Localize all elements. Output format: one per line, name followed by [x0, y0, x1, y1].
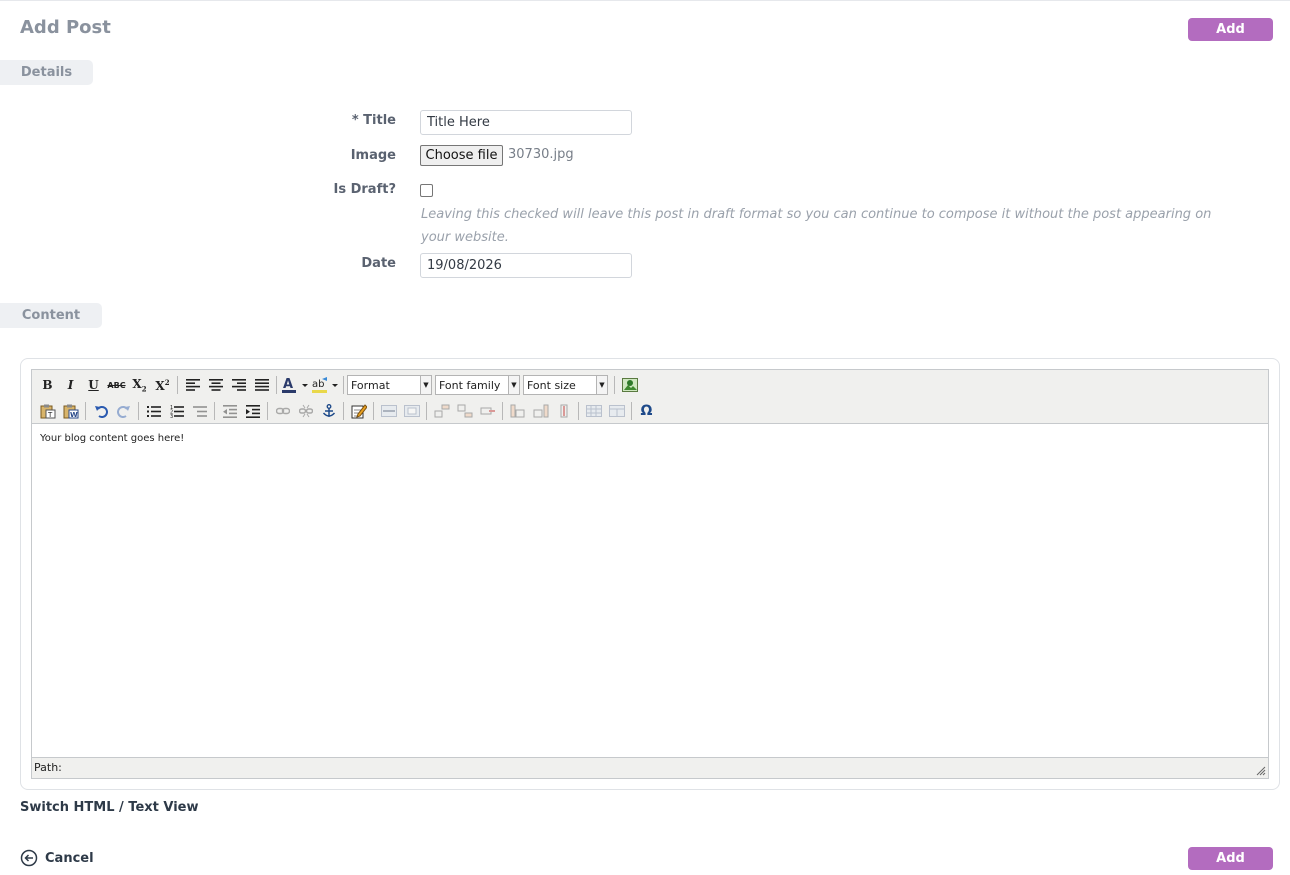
font-family-select[interactable]: Font family ▼	[435, 375, 520, 395]
toolbar-separator	[343, 376, 344, 394]
file-name: 30730.jpg	[508, 147, 574, 162]
cancel-label: Cancel	[45, 850, 94, 866]
paste-word-icon[interactable]: W	[59, 401, 82, 421]
is-draft-help-text: Leaving this checked will leave this pos…	[421, 207, 1212, 245]
subscript-icon[interactable]: X2	[128, 375, 151, 395]
svg-text:3: 3	[170, 414, 173, 418]
delete-col-icon[interactable]	[552, 401, 575, 421]
image-label: Image	[350, 148, 396, 163]
text-color-icon[interactable]: A	[280, 375, 310, 395]
merge-cells-icon[interactable]	[605, 401, 628, 421]
strikethrough-icon[interactable]: ABC	[105, 375, 128, 395]
toolbar-separator	[177, 376, 178, 394]
link-icon[interactable]	[271, 401, 294, 421]
toolbar-separator	[138, 402, 139, 420]
italic-icon[interactable]: I	[59, 375, 82, 395]
toolbar-separator	[426, 402, 427, 420]
toolbar-separator	[85, 402, 86, 420]
toolbar-separator	[267, 402, 268, 420]
is-draft-checkbox[interactable]	[420, 184, 433, 197]
delete-row-icon[interactable]	[476, 401, 499, 421]
svg-text:ab: ab	[312, 379, 324, 390]
align-left-icon[interactable]	[181, 375, 204, 395]
outdent-icon[interactable]	[218, 401, 241, 421]
path-label: Path:	[34, 761, 62, 774]
underline-icon[interactable]: U	[82, 375, 105, 395]
special-character-icon[interactable]: Ω	[635, 401, 658, 421]
superscript-icon[interactable]: X2	[151, 375, 174, 395]
choose-file-button[interactable]: Choose file	[420, 145, 503, 166]
resize-handle-icon[interactable]	[1256, 766, 1266, 776]
title-label: * Title	[351, 113, 396, 128]
insert-col-after-icon[interactable]	[529, 401, 552, 421]
format-select[interactable]: Format ▼	[347, 375, 432, 395]
insert-image-icon[interactable]	[618, 375, 641, 395]
unlink-icon[interactable]	[294, 401, 317, 421]
top-divider	[0, 0, 1290, 1]
highlight-color-icon[interactable]: ab	[310, 375, 340, 395]
insert-row-before-icon[interactable]	[430, 401, 453, 421]
toolbar-separator	[276, 376, 277, 394]
definition-list-icon[interactable]	[188, 401, 211, 421]
numbered-list-icon[interactable]: 123	[165, 401, 188, 421]
align-right-icon[interactable]	[227, 375, 250, 395]
redo-icon[interactable]	[112, 401, 135, 421]
rich-text-editor: B I U ABC X2 X2 A ab Format ▼ Font famil…	[31, 369, 1269, 779]
cleanup-code-icon[interactable]	[347, 401, 370, 421]
title-input[interactable]	[420, 110, 632, 135]
svg-text:A: A	[283, 377, 293, 392]
split-cells-icon[interactable]	[582, 401, 605, 421]
editor-statusbar: Path:	[32, 757, 1268, 778]
paste-text-icon[interactable]: T	[36, 401, 59, 421]
toolbar-separator	[343, 402, 344, 420]
cancel-link[interactable]: Cancel	[20, 849, 94, 867]
section-tab-content: Content	[0, 303, 102, 328]
format-select-label: Format	[351, 378, 390, 392]
align-center-icon[interactable]	[204, 375, 227, 395]
toolbar-separator	[373, 402, 374, 420]
back-arrow-icon	[20, 849, 38, 867]
page-title: Add Post	[20, 17, 111, 38]
is-draft-label: Is Draft?	[333, 182, 397, 197]
insert-col-before-icon[interactable]	[506, 401, 529, 421]
chevron-down-icon: ▼	[508, 376, 519, 394]
svg-text:T: T	[47, 411, 53, 419]
horizontal-rule-icon[interactable]	[377, 401, 400, 421]
toolbar-separator	[502, 402, 503, 420]
font-size-select-label: Font size	[527, 378, 576, 392]
chevron-down-icon: ▼	[420, 376, 431, 394]
editor-toolbar: B I U ABC X2 X2 A ab Format ▼ Font famil…	[32, 370, 1268, 424]
bold-icon[interactable]: B	[36, 375, 59, 395]
toolbar-separator	[214, 402, 215, 420]
toolbar-separator	[631, 402, 632, 420]
date-input[interactable]	[420, 253, 632, 278]
font-family-select-label: Font family	[439, 378, 501, 392]
anchor-icon[interactable]	[317, 401, 340, 421]
editor-content-area[interactable]: Your blog content goes here!	[32, 424, 1268, 757]
add-button-bottom[interactable]: Add	[1188, 847, 1273, 870]
remove-format-icon[interactable]	[400, 401, 423, 421]
insert-row-after-icon[interactable]	[453, 401, 476, 421]
date-label: Date	[361, 256, 396, 271]
add-button-top[interactable]: Add	[1188, 18, 1273, 41]
toolbar-separator	[578, 402, 579, 420]
indent-icon[interactable]	[241, 401, 264, 421]
section-tab-details: Details	[0, 60, 93, 85]
chevron-down-icon: ▼	[596, 376, 607, 394]
font-size-select[interactable]: Font size ▼	[523, 375, 608, 395]
bullet-list-icon[interactable]	[142, 401, 165, 421]
switch-html-text-view-link[interactable]: Switch HTML / Text View	[20, 800, 199, 815]
undo-icon[interactable]	[89, 401, 112, 421]
svg-text:W: W	[70, 411, 78, 419]
align-justify-icon[interactable]	[250, 375, 273, 395]
toolbar-separator	[614, 376, 615, 394]
